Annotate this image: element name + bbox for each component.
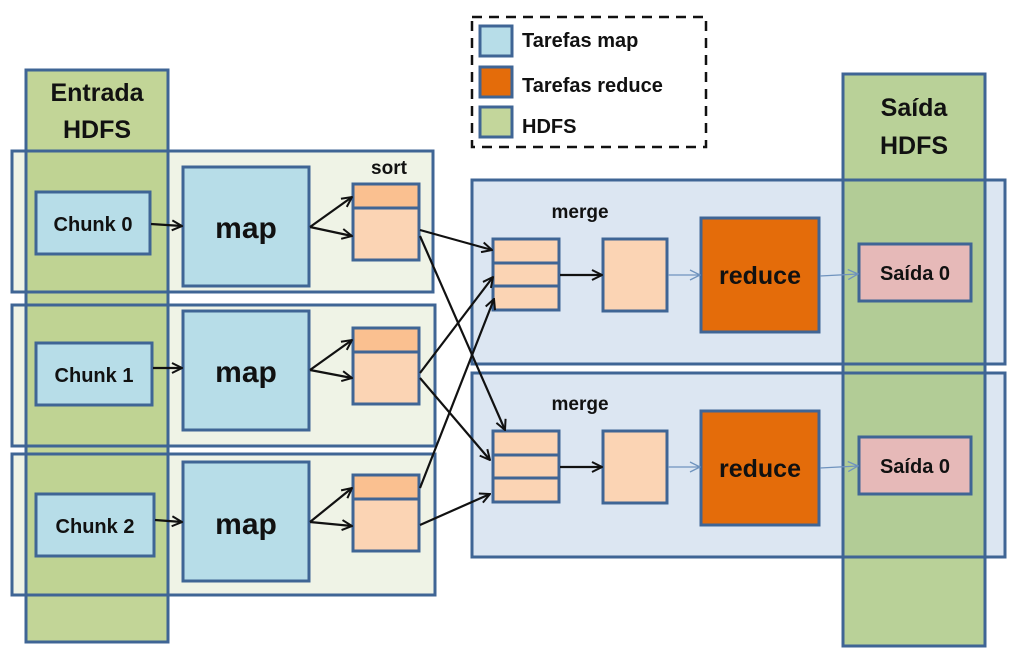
output-0-label: Saída 0 <box>880 263 950 285</box>
reduce-task-0-label: reduce <box>719 262 801 290</box>
legend-swatch-hdfs <box>478 105 514 139</box>
merge-buffer-0-slot-1 <box>491 261 561 288</box>
merge-label-1: merge <box>551 394 608 415</box>
legend-label-hdfs: HDFS <box>522 116 576 138</box>
sort-buffer-1-top <box>351 326 421 354</box>
merge-buffer-0-slot-2 <box>491 284 561 312</box>
chunk-0-label: Chunk 0 <box>54 214 133 236</box>
map-task-0-label: map <box>215 212 277 245</box>
merge-buffer-1-slot-0 <box>491 429 561 457</box>
merge-buffer-1-slot-1 <box>491 453 561 480</box>
input-hdfs-title-line2: HDFS <box>63 116 131 144</box>
legend-swatch-map <box>478 24 514 58</box>
merge-buffer-0-slot-0 <box>491 237 561 265</box>
sort-buffer-2-top <box>351 473 421 501</box>
merge-buffer-1-slot-2 <box>491 476 561 504</box>
sort-buffer-0-top <box>351 182 421 210</box>
legend-swatch-reduce <box>478 65 514 99</box>
output-hdfs-title-line2: HDFS <box>880 132 948 160</box>
merged-output-0 <box>601 237 669 313</box>
output-hdfs-title-line1: Saída <box>881 94 949 122</box>
map-task-1-label: map <box>215 356 277 389</box>
sort-buffer-2-bottom <box>351 497 421 553</box>
mapreduce-diagram: Tarefas map Tarefas reduce HDFS Entrada … <box>10 15 1007 648</box>
chunk-2-label: Chunk 2 <box>56 516 135 538</box>
legend: Tarefas map Tarefas reduce HDFS <box>470 15 708 149</box>
chunk-1-label: Chunk 1 <box>55 365 134 387</box>
legend-label-map: Tarefas map <box>522 30 638 52</box>
input-hdfs-title-line1: Entrada <box>50 79 144 107</box>
sort-buffer-1-bottom <box>351 350 421 406</box>
sort-label: sort <box>371 158 408 179</box>
output-1-label: Saída 0 <box>880 456 950 478</box>
reduce-task-1-label: reduce <box>719 455 801 483</box>
sort-buffer-0-bottom <box>351 206 421 262</box>
legend-label-reduce: Tarefas reduce <box>522 75 663 97</box>
merge-label-0: merge <box>551 202 608 223</box>
map-task-2-label: map <box>215 508 277 541</box>
merged-output-1 <box>601 429 669 505</box>
output-hdfs-column: Saída HDFS <box>841 72 987 648</box>
